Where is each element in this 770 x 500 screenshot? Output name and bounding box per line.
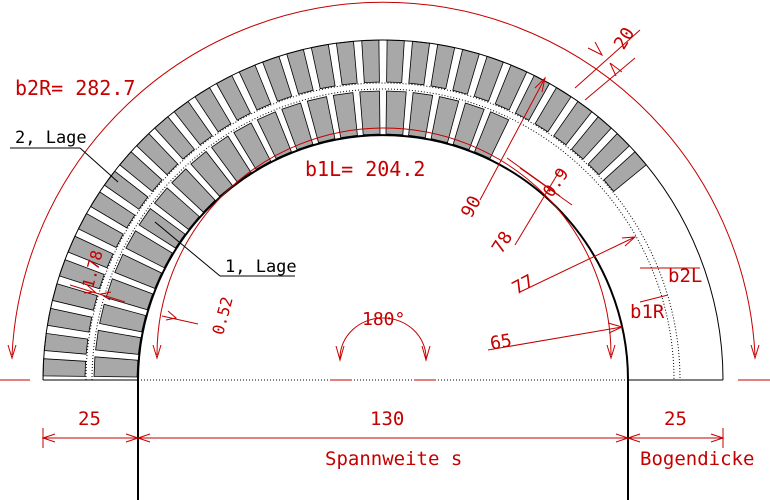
- b2R-label: b2R= 282.7: [15, 76, 135, 100]
- bogendicke-label: Bogendicke: [640, 448, 754, 470]
- dim77-label: 77: [509, 271, 538, 300]
- outer-brick: [335, 40, 358, 86]
- right25-label: 25: [664, 408, 687, 430]
- b1R-label: b1R: [630, 301, 665, 323]
- outer-brick: [408, 40, 431, 86]
- radial-dimensions: [69, 29, 700, 351]
- arch-drawing: b2R= 282.7 2, Lage 20 b1L= 204.2 0.9 90 …: [0, 1, 770, 500]
- lage2-label: 2, Lage: [15, 128, 87, 148]
- inner-brick: [95, 329, 142, 355]
- angle-label: 180°: [362, 309, 405, 330]
- linear-dimensions: [41, 428, 725, 448]
- b2L-label: b2L: [668, 265, 702, 287]
- inner-brick: [99, 303, 147, 333]
- outer-brick: [43, 332, 89, 355]
- outer-brick: [361, 39, 380, 84]
- outer-brick: [42, 358, 87, 377]
- lage2-leader: [79, 147, 119, 183]
- dim20-arrow-1: [587, 41, 604, 57]
- outer-brick: [452, 49, 480, 95]
- outer-brick: [286, 49, 314, 95]
- outer-brick: [386, 39, 405, 84]
- inner-brick-layer: [93, 90, 510, 378]
- text-labels: b2R= 282.7 2, Lage 20 b1L= 204.2 0.9 90 …: [15, 24, 754, 470]
- outer-brick: [310, 43, 336, 90]
- inner-brick: [93, 356, 139, 378]
- lage1-label: 1, Lage: [225, 257, 297, 277]
- radius-77-arrow: [621, 236, 637, 247]
- left25-label: 25: [78, 408, 101, 430]
- inner-brick: [306, 96, 336, 144]
- inner-brick: [430, 96, 460, 144]
- outer-brick: [46, 307, 93, 333]
- dim052-label: 0.52: [208, 295, 236, 337]
- outer-brick: [430, 43, 456, 90]
- dim78-label: 78: [488, 228, 517, 258]
- dim20-label: 20: [610, 24, 639, 54]
- spannweite-label: Spannweite s: [325, 448, 462, 470]
- span130-label: 130: [370, 408, 404, 430]
- b1L-label: b1L= 204.2: [305, 157, 425, 181]
- radius-77-line: [519, 236, 636, 293]
- dim65-label: 65: [488, 330, 513, 354]
- dim052-arrow: [165, 310, 178, 321]
